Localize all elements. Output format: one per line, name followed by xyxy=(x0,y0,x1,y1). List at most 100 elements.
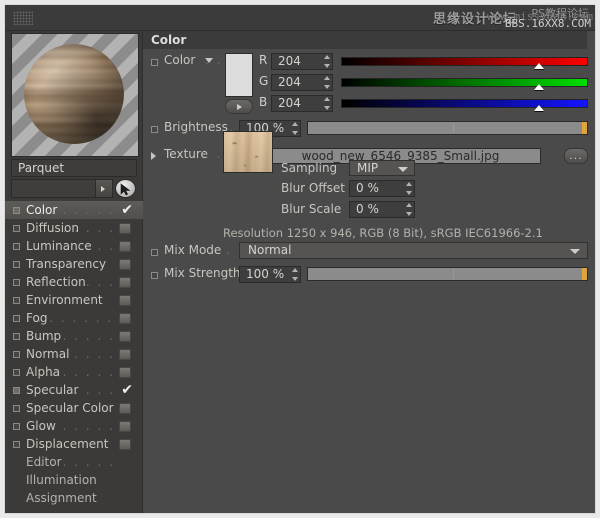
channel-toggle-box[interactable] xyxy=(119,331,131,342)
channel-toggle-box[interactable] xyxy=(119,403,131,414)
brightness-checkbox[interactable] xyxy=(151,126,158,133)
page-row-assignment[interactable]: Assignment xyxy=(5,489,143,507)
channel-toggle-box[interactable] xyxy=(119,313,131,324)
channel-enable-checkbox[interactable] xyxy=(13,441,20,448)
channel-enable-checkbox[interactable] xyxy=(13,405,20,412)
channel-row-normal[interactable]: . . . . . . Normal xyxy=(5,345,143,363)
channel-enable-checkbox[interactable] xyxy=(13,261,20,268)
brightness-slider[interactable] xyxy=(307,121,588,135)
material-name-field[interactable]: Parquet xyxy=(11,159,137,177)
channel-row-label: Reflection xyxy=(26,275,86,289)
chevron-right-icon[interactable] xyxy=(95,180,112,197)
mix-strength-label: Mix Strength xyxy=(164,266,241,280)
channel-enable-checkbox[interactable] xyxy=(13,333,20,340)
dotted-grip-icon[interactable] xyxy=(13,11,33,25)
arrow-cursor-icon[interactable] xyxy=(115,179,136,198)
brightness-slider-handle[interactable] xyxy=(582,122,587,134)
mix-mode-value: Normal xyxy=(248,243,292,257)
channel-toggle-box[interactable] xyxy=(119,439,131,450)
color-g-stepper[interactable] xyxy=(324,76,331,89)
channel-toggle-box[interactable] xyxy=(119,367,131,378)
channel-row-label: Displacement xyxy=(26,437,109,451)
channel-row-reflection[interactable]: . . . . Reflection xyxy=(5,273,143,291)
mix-mode-combo[interactable]: Normal xyxy=(239,242,588,259)
channel-row-transparency[interactable]: Transparency xyxy=(5,255,143,273)
channel-toggle-box[interactable] xyxy=(119,223,131,234)
channel-row-displacement[interactable]: Displacement xyxy=(5,435,143,453)
color-picker-expand-button[interactable] xyxy=(225,99,253,114)
color-row-checkbox[interactable] xyxy=(151,59,158,66)
brightness-label: Brightness xyxy=(164,120,228,134)
channel-enable-checkbox[interactable] xyxy=(13,369,20,376)
color-r-slider[interactable] xyxy=(341,57,588,66)
sampling-combo[interactable]: MIP xyxy=(349,160,415,176)
channel-enable-checkbox[interactable] xyxy=(13,297,20,304)
color-b-stepper[interactable] xyxy=(324,97,331,110)
checkmark-icon[interactable]: ✔ xyxy=(121,381,133,399)
channel-enable-checkbox[interactable] xyxy=(13,387,20,394)
channel-row-label: Bump xyxy=(26,329,62,343)
color-b-slider[interactable] xyxy=(341,99,588,108)
channel-row-fog[interactable]: . . . . . . . . . Fog xyxy=(5,309,143,327)
channel-enable-checkbox[interactable] xyxy=(13,351,20,358)
channel-enable-checkbox[interactable] xyxy=(13,243,20,250)
channel-properties-panel: Color Color . . . . R 204 G 204 B 204 Br… xyxy=(143,31,595,513)
channel-row-color[interactable]: . . . . . . . . Color ✔ xyxy=(5,201,143,219)
channel-enable-checkbox[interactable] xyxy=(13,207,20,214)
triangle-right-icon[interactable] xyxy=(151,152,156,160)
channel-row-specular-color[interactable]: Specular Color xyxy=(5,399,143,417)
channel-label-r: R xyxy=(259,53,268,67)
color-b-slider-handle[interactable] xyxy=(534,105,544,111)
color-g-slider[interactable] xyxy=(341,78,588,87)
chevron-down-icon xyxy=(570,249,580,254)
color-r-slider-handle[interactable] xyxy=(534,63,544,69)
mix-strength-stepper[interactable] xyxy=(292,268,299,281)
watermark-cn-text: 思缘设计论坛 xyxy=(432,12,517,27)
page-row-editor[interactable]: . . . . . . . Editor xyxy=(5,453,143,471)
page-row-illumination[interactable]: Illumination xyxy=(5,471,143,489)
channel-row-alpha[interactable]: . . . . . . . Alpha xyxy=(5,363,143,381)
channel-enable-checkbox[interactable] xyxy=(13,225,20,232)
color-r-stepper[interactable] xyxy=(324,55,331,68)
sidebar: Parquet . . . . . . . . Color ✔. . . . . .… xyxy=(5,31,143,513)
page-row-label: Editor xyxy=(26,455,62,469)
channel-enable-checkbox[interactable] xyxy=(13,423,20,430)
channel-row-specular[interactable]: . . . . . Specular ✔ xyxy=(5,381,143,399)
channel-row-label: Luminance xyxy=(26,239,92,253)
channel-toggle-box[interactable] xyxy=(119,421,131,432)
channel-row-diffusion[interactable]: . . . . . . . Diffusion xyxy=(5,219,143,237)
material-preview-combo[interactable] xyxy=(11,179,113,198)
color-g-slider-handle[interactable] xyxy=(534,84,544,90)
blur-scale-stepper[interactable] xyxy=(406,203,413,216)
color-row-label: Color xyxy=(164,53,196,67)
channel-toggle-box[interactable] xyxy=(119,259,131,270)
mix-strength-slider[interactable] xyxy=(307,267,588,281)
mix-strength-checkbox[interactable] xyxy=(151,272,158,279)
brightness-stepper[interactable] xyxy=(292,122,299,135)
panel-right-gutter xyxy=(587,31,595,513)
channel-row-label: Color xyxy=(26,203,58,217)
texture-browse-button[interactable]: ... xyxy=(564,148,588,164)
checkmark-icon[interactable]: ✔ xyxy=(121,201,133,219)
channel-row-glow[interactable]: . . . . . . . . Glow xyxy=(5,417,143,435)
channel-enable-checkbox[interactable] xyxy=(13,279,20,286)
channel-label-b: B xyxy=(259,95,268,109)
channel-row-bump[interactable]: . . . . . . . . Bump xyxy=(5,327,143,345)
sampling-label: Sampling xyxy=(281,161,338,175)
mix-mode-checkbox[interactable] xyxy=(151,249,158,256)
channel-toggle-box[interactable] xyxy=(119,241,131,252)
channel-row-label: Normal xyxy=(26,347,70,361)
channel-toggle-box[interactable] xyxy=(119,277,131,288)
channel-toggle-box[interactable] xyxy=(119,295,131,306)
blur-offset-stepper[interactable] xyxy=(406,182,413,195)
channel-row-environment[interactable]: Environment xyxy=(5,291,143,309)
mix-strength-slider-handle[interactable] xyxy=(582,268,587,280)
triangle-down-icon[interactable] xyxy=(205,58,213,63)
channel-row-luminance[interactable]: . . . . . Luminance xyxy=(5,237,143,255)
texture-thumbnail-wood[interactable] xyxy=(223,131,273,173)
channel-toggle-box[interactable] xyxy=(119,349,131,360)
material-preview-sphere[interactable] xyxy=(11,33,139,157)
color-swatch[interactable] xyxy=(225,53,253,97)
channel-enable-checkbox[interactable] xyxy=(13,315,20,322)
watermark-overlay: PS教程论坛 思缘设计论坛 www.missyuan.com BBS.16XX8… xyxy=(315,6,595,30)
